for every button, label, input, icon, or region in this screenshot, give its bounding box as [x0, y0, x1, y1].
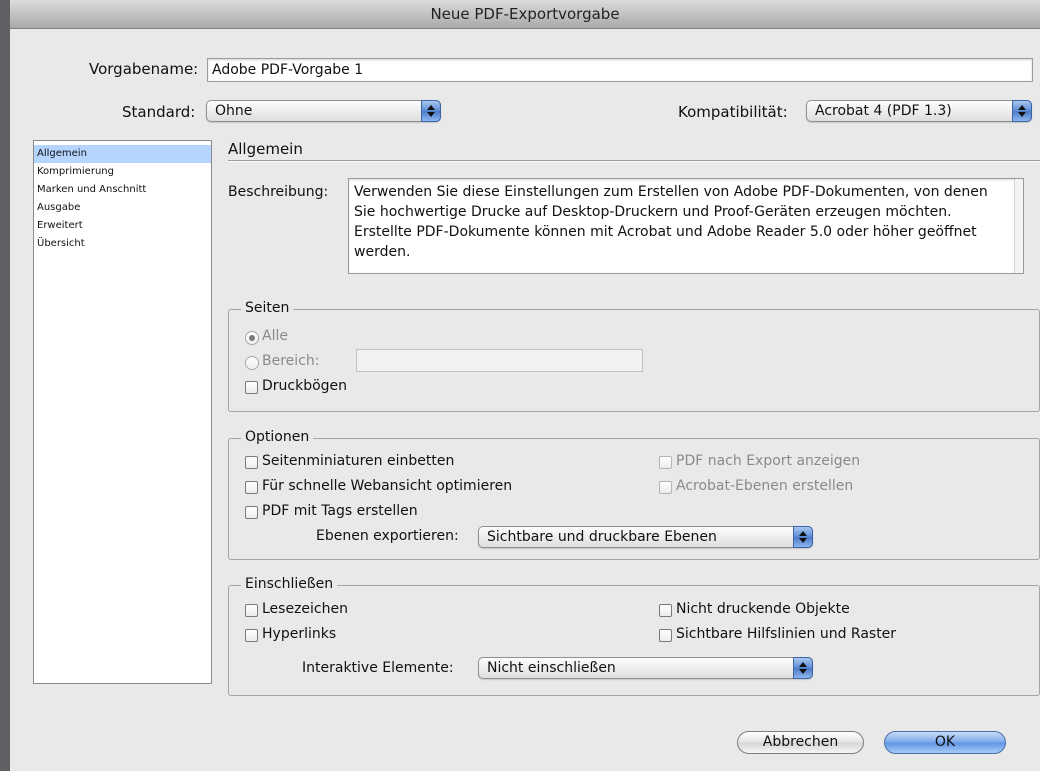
include-group-title: Einschließen — [241, 576, 338, 592]
popup-arrows-icon — [793, 526, 813, 548]
thumbnails-label: Seitenminiaturen einbetten — [262, 453, 455, 469]
standard-select-value: Ohne — [215, 103, 253, 119]
view-after-export-checkbox[interactable] — [659, 456, 672, 469]
standard-label: Standard: — [122, 103, 196, 121]
pages-range-label: Bereich: — [262, 353, 320, 369]
thumbnails-checkbox[interactable] — [245, 456, 258, 469]
popup-arrows-icon — [1012, 100, 1032, 122]
section-divider — [228, 160, 1040, 162]
guides-grids-checkbox[interactable] — [659, 629, 672, 642]
description-label: Beschreibung: — [228, 184, 329, 200]
sidebar-item-komprimierung[interactable]: Komprimierung — [34, 163, 211, 181]
interactive-elements-select-value: Nicht einschließen — [487, 660, 616, 676]
ok-button[interactable]: OK — [884, 731, 1006, 754]
spreads-checkbox[interactable] — [245, 381, 258, 394]
acrobat-layers-label: Acrobat-Ebenen erstellen — [676, 478, 854, 494]
cancel-button[interactable]: Abbrechen — [737, 731, 864, 754]
description-text: Verwenden Sie diese Einstellungen zum Er… — [354, 184, 988, 260]
sidebar-item-erweitert[interactable]: Erweitert — [34, 217, 211, 235]
pages-all-label: Alle — [262, 328, 288, 344]
preset-name-field[interactable]: Adobe PDF-Vorgabe 1 — [207, 58, 1033, 82]
compatibility-select[interactable]: Acrobat 4 (PDF 1.3) — [806, 100, 1032, 122]
sidebar-item-marken-und-anschnitt[interactable]: Marken und Anschnitt — [34, 181, 211, 199]
options-group-title: Optionen — [241, 429, 314, 445]
non-printing-label: Nicht druckende Objekte — [676, 601, 850, 617]
pages-range-radio[interactable] — [245, 356, 259, 370]
web-optimize-label: Für schnelle Webansicht optimieren — [262, 478, 513, 494]
popup-arrows-icon — [793, 657, 813, 679]
compatibility-label: Kompatibilität: — [678, 103, 788, 121]
interactive-elements-select[interactable]: Nicht einschließen — [478, 657, 813, 679]
pages-all-radio[interactable] — [245, 331, 259, 345]
sidebar-item-allgemein[interactable]: Allgemein — [34, 145, 211, 163]
compatibility-select-value: Acrobat 4 (PDF 1.3) — [815, 103, 952, 119]
sidebar-item-uebersicht[interactable]: Übersicht — [34, 235, 211, 253]
standard-select[interactable]: Ohne — [206, 100, 441, 122]
description-textarea[interactable]: Verwenden Sie diese Einstellungen zum Er… — [348, 178, 1024, 274]
guides-grids-label: Sichtbare Hilfslinien und Raster — [676, 626, 897, 642]
non-printing-checkbox[interactable] — [659, 604, 672, 617]
popup-arrows-icon — [421, 100, 441, 122]
acrobat-layers-checkbox[interactable] — [659, 481, 672, 494]
web-optimize-checkbox[interactable] — [245, 481, 258, 494]
tagged-pdf-checkbox[interactable] — [245, 506, 258, 519]
sidebar-item-ausgabe[interactable]: Ausgabe — [34, 199, 211, 217]
interactive-elements-label: Interaktive Elemente: — [302, 660, 454, 676]
tagged-pdf-label: PDF mit Tags erstellen — [262, 503, 418, 519]
hyperlinks-checkbox[interactable] — [245, 629, 258, 642]
pages-group-title: Seiten — [241, 300, 294, 316]
export-layers-select-value: Sichtbare und druckbare Ebenen — [487, 529, 717, 545]
preset-name-label: Vorgabename: — [89, 60, 199, 78]
hyperlinks-label: Hyperlinks — [262, 626, 337, 642]
pages-range-field[interactable] — [356, 349, 643, 372]
export-preset-dialog: Neue PDF-Exportvorgabe Vorgabename: Adob… — [10, 0, 1040, 771]
view-after-export-label: PDF nach Export anzeigen — [676, 453, 861, 469]
bookmarks-label: Lesezeichen — [262, 601, 348, 617]
bookmarks-checkbox[interactable] — [245, 604, 258, 617]
spreads-label: Druckbögen — [262, 378, 348, 394]
dialog-title: Neue PDF-Exportvorgabe — [10, 0, 1040, 29]
export-layers-label: Ebenen exportieren: — [316, 528, 459, 544]
include-group: Einschließen — [228, 576, 1040, 696]
description-scrollbar[interactable] — [1014, 179, 1023, 273]
category-sidebar: Allgemein Komprimierung Marken und Ansch… — [33, 140, 212, 684]
section-title: Allgemein — [228, 140, 303, 158]
export-layers-select[interactable]: Sichtbare und druckbare Ebenen — [478, 526, 813, 548]
